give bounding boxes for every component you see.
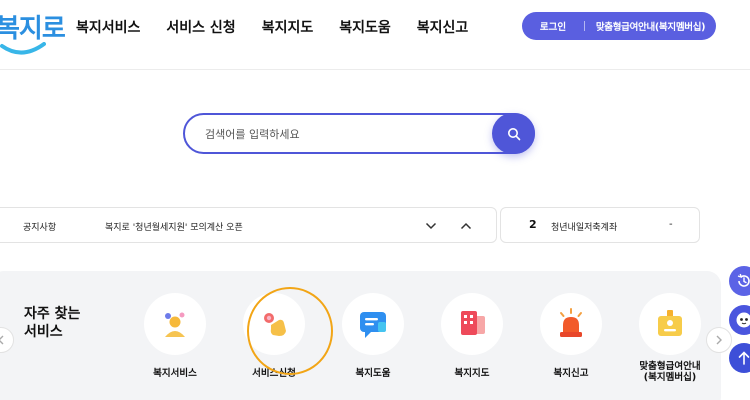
nav-welfare-map[interactable]: 복지지도 (262, 18, 314, 38)
logo-text: 복지로 (0, 14, 66, 44)
rank-number: 2 (529, 218, 537, 231)
scroll-top-button[interactable] (729, 343, 750, 373)
service-label: 서비스신청 (252, 368, 296, 379)
chevron-left-icon (0, 335, 4, 345)
search-box (183, 113, 535, 154)
benefit-info-button[interactable]: 맞춤형급여안내(복지멤버십) (585, 19, 716, 33)
search-input[interactable] (205, 123, 485, 145)
service-label: 복지지도 (454, 368, 490, 379)
alarm-icon (560, 308, 582, 337)
search-icon (507, 127, 520, 140)
chevron-down-icon (425, 222, 437, 230)
notice-category: 공지사항 (23, 223, 57, 233)
frequent-services-title: 자주 찾는 서비스 (24, 306, 81, 340)
service-label-line1: 맞춤형급여안내 (639, 361, 701, 372)
service-label: 복지서비스 (153, 368, 197, 379)
rank-keyword: 청년내일저축계좌 (551, 223, 618, 233)
notice-bar: 공지사항 복지로 '청년월세지원' 모의계산 오픈 (0, 207, 497, 243)
service-icon-circle (639, 293, 701, 355)
service-application[interactable]: 서비스신청 (228, 293, 320, 379)
logo[interactable]: 복지로 (0, 4, 66, 60)
nav-service-application[interactable]: 서비스 신청 (166, 18, 235, 38)
popular-search-ranking[interactable]: 2 청년내일저축계좌 - (500, 207, 700, 243)
carousel-prev-button[interactable] (0, 327, 14, 353)
service-benefit-info[interactable]: 맞춤형급여안내 (복지멤버십) (624, 293, 716, 383)
service-label: 맞춤형급여안내 (복지멤버십) (624, 361, 716, 383)
rank-change: - (669, 219, 673, 230)
service-icon-circle (540, 293, 602, 355)
chevron-right-icon (716, 335, 722, 345)
util-bar: 로그인 맞춤형급여안내(복지멤버십) (522, 12, 716, 40)
service-label: 복지도움 (355, 368, 391, 379)
chatbot-button[interactable] (729, 305, 750, 335)
nav-welfare-report[interactable]: 복지신고 (417, 18, 469, 38)
header: 복지로 복지서비스 서비스 신청 복지지도 복지도움 복지신고 로그인 맞춤형급… (0, 0, 750, 70)
service-icon-circle (441, 293, 503, 355)
service-label-line2: (복지멤버십) (643, 372, 697, 383)
search-button[interactable] (492, 113, 535, 154)
service-icon-circle (144, 293, 206, 355)
login-button[interactable]: 로그인 (522, 19, 584, 33)
service-welfare-help[interactable]: 복지도움 (327, 293, 419, 379)
chevron-up-icon (460, 222, 472, 230)
frequent-services-panel: 자주 찾는 서비스 복지서비스 서비스신청 복지도움 복지지도 복지신고 맞춤형… (0, 271, 732, 400)
history-icon (737, 273, 750, 287)
service-icon-circle (243, 293, 305, 355)
service-welfare-report[interactable]: 복지신고 (525, 293, 617, 379)
service-welfare-services[interactable]: 복지서비스 (129, 293, 221, 379)
nav-welfare-services[interactable]: 복지서비스 (76, 18, 140, 38)
recent-services-button[interactable] (729, 266, 750, 296)
notice-prev-button[interactable] (457, 217, 475, 235)
chatbot-icon (736, 312, 750, 328)
service-icon-circle (342, 293, 404, 355)
hand-click-icon (264, 313, 286, 336)
person-icon (165, 312, 185, 337)
main-nav: 복지서비스 서비스 신청 복지지도 복지도움 복지신고 (76, 18, 468, 38)
nav-welfare-help[interactable]: 복지도움 (339, 18, 391, 38)
map-icon (461, 311, 485, 335)
service-label: 복지신고 (553, 368, 589, 379)
notice-title-link[interactable]: 복지로 '청년월세지원' 모의계산 오픈 (105, 220, 243, 233)
arrow-up-icon (738, 351, 750, 365)
chat-icon (360, 312, 386, 338)
page: { "header": { "logo_text": "복지로", "nav":… (0, 0, 750, 400)
logo-swoosh-icon (0, 42, 46, 55)
badge-icon (658, 310, 682, 336)
notice-next-button[interactable] (422, 217, 440, 235)
service-welfare-map[interactable]: 복지지도 (426, 293, 518, 379)
